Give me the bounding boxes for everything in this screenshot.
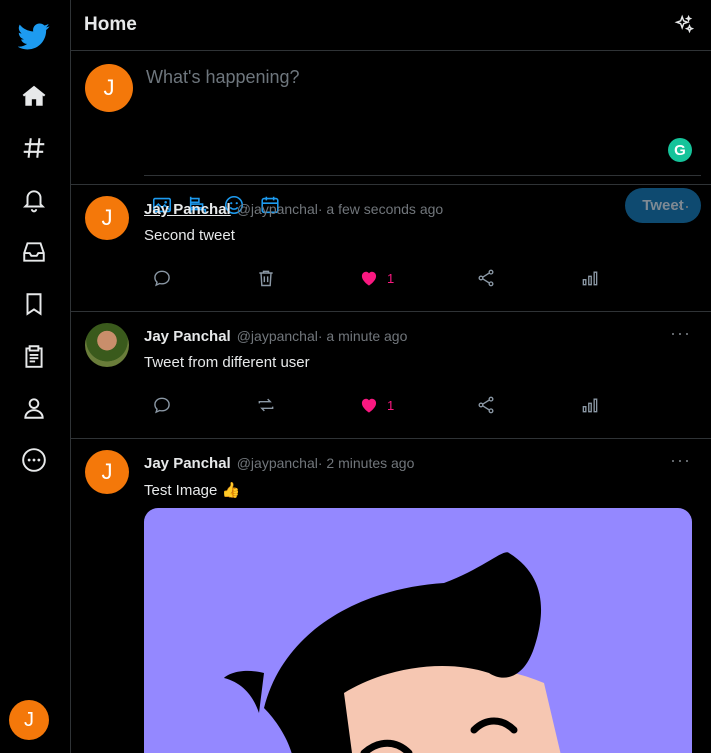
lists-icon[interactable] <box>19 341 49 371</box>
author-name[interactable]: Jay Panchal <box>144 201 231 218</box>
page-header: Home <box>71 0 711 51</box>
analytics-icon <box>582 271 598 286</box>
trash-icon <box>259 270 273 287</box>
main-timeline: Home J G Tweet J Jay Panchal@jaypanchal·… <box>71 0 711 753</box>
user-avatar[interactable]: J <box>9 700 49 740</box>
messages-inbox-icon[interactable] <box>19 237 49 267</box>
tweet-meta: Jay Panchal @jaypanchal· 2 minutes ago <box>144 455 414 472</box>
share-icon <box>478 269 494 287</box>
like-count: 1 <box>387 397 395 413</box>
analytics-button[interactable] <box>580 394 600 416</box>
tweet-avatar[interactable] <box>85 323 129 367</box>
home-icon[interactable] <box>19 81 49 111</box>
heart-icon <box>361 398 377 413</box>
composer-avatar: J <box>85 64 133 112</box>
tweet-composer: J G Tweet <box>71 51 711 223</box>
notifications-bell-icon[interactable] <box>19 185 49 215</box>
like-button[interactable]: 1 <box>359 267 394 289</box>
composer-divider <box>144 175 701 176</box>
tweet-meta: Jay Panchal @jaypanchal· a few seconds ag… <box>144 201 443 218</box>
cartoon-face-illustration <box>224 552 561 753</box>
reply-icon <box>154 270 170 287</box>
tweet-time: · a minute ago <box>317 328 408 344</box>
grammarly-icon[interactable]: G <box>668 138 692 162</box>
twitter-logo-icon[interactable] <box>17 19 51 53</box>
reply-icon <box>154 397 170 414</box>
more-options-icon[interactable]: ··· <box>670 450 691 471</box>
tweet-actions: 1 <box>144 267 704 289</box>
more-options-icon[interactable]: ··· <box>670 196 691 217</box>
more-options-icon[interactable]: ··· <box>670 323 691 344</box>
sidebar: J <box>0 0 71 753</box>
tweet-item[interactable]: J Jay Panchal @jaypanchal· 2 minutes ago … <box>71 438 711 753</box>
delete-button[interactable] <box>256 267 276 289</box>
author-handle[interactable]: @jaypanchal <box>237 328 318 344</box>
tweet-meta: Jay Panchal @jaypanchal· a minute ago <box>144 328 407 345</box>
analytics-icon <box>582 398 598 413</box>
tweet-text: Tweet from different user <box>144 354 310 371</box>
reply-button[interactable] <box>152 267 172 289</box>
tweet-image[interactable] <box>144 508 692 753</box>
page-title: Home <box>84 14 137 35</box>
author-handle[interactable]: @jaypanchal <box>237 455 318 471</box>
tweet-avatar[interactable]: J <box>85 450 129 494</box>
tweet-time: · a few seconds ago <box>317 201 444 217</box>
tweet-item[interactable]: Jay Panchal @jaypanchal· a minute ago ···… <box>71 311 711 439</box>
more-icon[interactable] <box>19 445 49 475</box>
tweet-actions: 1 <box>144 394 704 416</box>
sparkle-icon[interactable] <box>673 14 695 36</box>
share-button[interactable] <box>476 394 496 416</box>
heart-icon <box>361 271 377 286</box>
tweet-item[interactable]: J Jay Panchal @jaypanchal· a few seconds … <box>71 184 711 312</box>
bookmarks-icon[interactable] <box>19 289 49 319</box>
tweet-time: · 2 minutes ago <box>317 455 415 471</box>
author-handle[interactable]: @jaypanchal <box>237 201 318 217</box>
retweet-button[interactable] <box>256 394 276 416</box>
tweet-text: Test Image 👍 <box>144 482 241 499</box>
tweet-avatar[interactable]: J <box>85 196 129 240</box>
tweet-input[interactable] <box>144 65 688 127</box>
profile-icon[interactable] <box>19 393 49 423</box>
author-name[interactable]: Jay Panchal <box>144 455 231 472</box>
share-button[interactable] <box>476 267 496 289</box>
share-icon <box>478 396 494 414</box>
like-count: 1 <box>387 270 395 286</box>
tweet-text: Second tweet <box>144 227 235 244</box>
author-name[interactable]: Jay Panchal <box>144 328 231 345</box>
analytics-button[interactable] <box>580 267 600 289</box>
reply-button[interactable] <box>152 394 172 416</box>
retweet-icon <box>258 398 274 412</box>
like-button[interactable]: 1 <box>359 394 394 416</box>
explore-hash-icon[interactable] <box>19 133 49 163</box>
